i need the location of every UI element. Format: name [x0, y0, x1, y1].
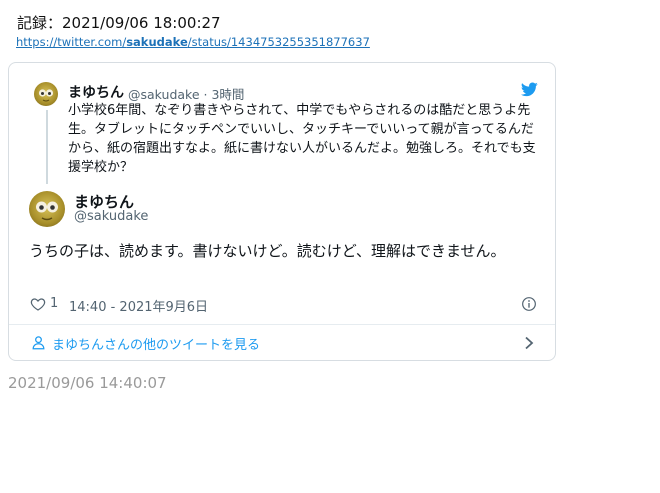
- record-timestamp-header: 記録：2021/09/06 18:00:27: [17, 14, 221, 32]
- chevron-right-icon: [525, 336, 534, 350]
- quoted-avatar[interactable]: [34, 82, 58, 106]
- quoted-author-name[interactable]: まゆちん: [68, 82, 124, 102]
- info-icon[interactable]: [521, 296, 537, 312]
- more-tweets-label: まゆちんさんの他のツイートを見る: [52, 338, 261, 353]
- tweet-timestamp[interactable]: 14:40 - 2021年9月6日: [69, 296, 208, 315]
- heart-icon[interactable]: [30, 296, 46, 312]
- archive-timestamp: 2021/09/06 14:40:07: [8, 374, 167, 392]
- url-user: sakudake: [126, 35, 188, 49]
- person-icon: [32, 336, 45, 350]
- tweet-text: うちの子は、読めます。書けないけど。読むけど、理解はできません。: [29, 242, 506, 260]
- author-handle[interactable]: @sakudake: [74, 209, 148, 224]
- author-avatar[interactable]: [29, 191, 65, 227]
- thread-line: [46, 110, 48, 184]
- quoted-tweet-text: 小学校6年間、なぞり書きやらされて、中学でもやらされるのは酷だと思うよ先生。タブ…: [68, 103, 536, 175]
- tweet-url-link[interactable]: https://twitter.com/sakudake/status/1434…: [16, 35, 370, 49]
- url-suffix: /status/1434753255351877637: [187, 35, 370, 49]
- embedded-tweet-card: まゆちん @sakudake · 3時間 小学校6年間、なぞり書きやらされて、中…: [8, 62, 556, 361]
- more-tweets-link[interactable]: まゆちんさんの他のツイートを見る: [9, 325, 555, 360]
- url-prefix: https://twitter.com/: [16, 35, 127, 49]
- like-count[interactable]: 1: [50, 296, 58, 311]
- twitter-bird-icon[interactable]: [521, 82, 538, 97]
